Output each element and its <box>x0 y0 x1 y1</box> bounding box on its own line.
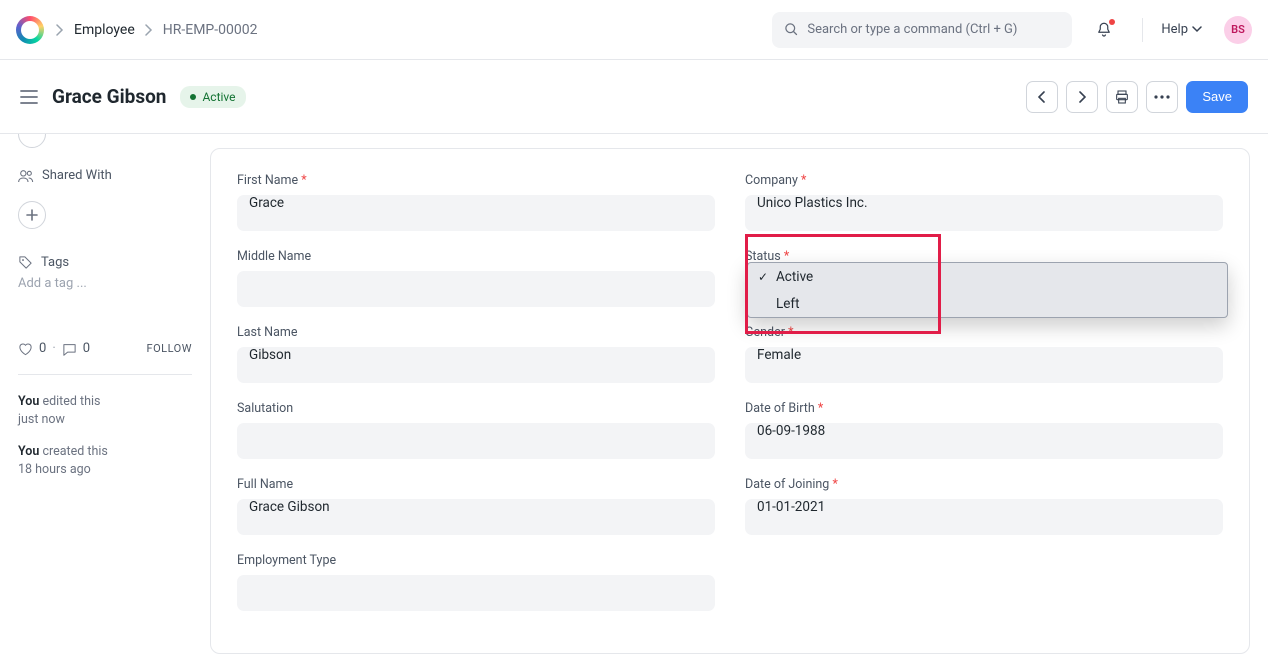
tags-row: Tags <box>18 255 192 270</box>
breadcrumb: Employee HR-EMP-00002 <box>56 22 257 38</box>
salutation-field[interactable] <box>237 423 715 459</box>
doj-field[interactable]: 01-01-2021 <box>745 499 1223 535</box>
first-name-field[interactable]: Grace <box>237 195 715 231</box>
chevron-right-icon <box>145 24 153 36</box>
middle-name-label: Middle Name <box>237 249 715 264</box>
breadcrumb-root[interactable]: Employee <box>74 22 135 38</box>
form-card: First Name * Grace Middle Name Last Name… <box>210 148 1250 654</box>
tags-label: Tags <box>41 255 69 270</box>
menu-icon <box>20 90 38 104</box>
check-icon: ✓ <box>756 270 770 284</box>
page-title: Grace Gibson <box>52 85 166 108</box>
chevron-right-icon <box>56 24 64 36</box>
assignment-button[interactable] <box>18 134 46 148</box>
last-name-field[interactable]: Gibson <box>237 347 715 383</box>
status-dropdown[interactable]: ✓ Active Left <box>747 262 1228 318</box>
user-avatar[interactable]: BS <box>1224 16 1252 44</box>
sidebar-toggle[interactable] <box>20 90 38 104</box>
comments-count: 0 <box>83 341 90 356</box>
tag-icon <box>18 255 33 270</box>
company-field[interactable]: Unico Plastics Inc. <box>745 195 1223 231</box>
heart-icon[interactable] <box>18 342 33 356</box>
doj-label: Date of Joining * <box>745 477 1223 492</box>
gender-label: Gender * <box>745 325 1223 340</box>
status-dot-icon <box>190 94 196 100</box>
middle-name-field[interactable] <box>237 271 715 307</box>
help-menu[interactable]: Help <box>1161 22 1202 37</box>
tags-input[interactable]: Add a tag ... <box>18 276 192 291</box>
company-label: Company * <box>745 173 1223 188</box>
search-placeholder: Search or type a command (Ctrl + G) <box>807 22 1017 37</box>
notification-dot <box>1109 19 1115 25</box>
shared-with-label: Shared With <box>42 168 112 183</box>
status-badge-label: Active <box>202 90 235 104</box>
last-name-label: Last Name <box>237 325 715 340</box>
full-name-label: Full Name <box>237 477 715 492</box>
search-icon <box>784 22 799 37</box>
follow-button[interactable]: FOLLOW <box>147 342 192 355</box>
side-panel: Shared With Tags Add a tag ... 0 · 0 FOL… <box>0 134 210 632</box>
status-badge: Active <box>180 86 245 108</box>
top-nav: Employee HR-EMP-00002 Search or type a c… <box>0 0 1268 60</box>
activity-entry: You edited this just now <box>18 393 192 429</box>
next-button[interactable] <box>1066 81 1098 113</box>
employment-type-field[interactable] <box>237 575 715 611</box>
printer-icon <box>1114 89 1130 105</box>
gender-field[interactable]: Female <box>745 347 1223 383</box>
more-button[interactable] <box>1146 81 1178 113</box>
add-share-button[interactable] <box>18 201 192 229</box>
activity-entry: You created this 18 hours ago <box>18 443 192 479</box>
shared-with-row[interactable]: Shared With <box>18 168 192 183</box>
option-label: Left <box>776 296 800 312</box>
first-name-label: First Name * <box>237 173 715 188</box>
divider <box>1142 18 1143 42</box>
salutation-label: Salutation <box>237 401 715 416</box>
full-name-field[interactable]: Grace Gibson <box>237 499 715 535</box>
dots-icon <box>1154 95 1170 99</box>
app-logo[interactable] <box>16 16 44 44</box>
status-option-left[interactable]: Left <box>748 290 1227 317</box>
help-label: Help <box>1161 22 1188 37</box>
divider <box>18 374 192 375</box>
breadcrumb-id[interactable]: HR-EMP-00002 <box>163 22 258 38</box>
social-row: 0 · 0 FOLLOW <box>18 341 192 356</box>
plus-icon <box>26 209 38 221</box>
save-button[interactable]: Save <box>1186 81 1248 113</box>
dob-label: Date of Birth * <box>745 401 1223 416</box>
chevron-left-icon <box>1038 91 1046 103</box>
option-label: Active <box>776 269 813 285</box>
chevron-down-icon <box>1192 26 1202 33</box>
chevron-right-icon <box>1078 91 1086 103</box>
employment-type-label: Employment Type <box>237 553 715 568</box>
users-icon <box>18 169 34 183</box>
page-header: Grace Gibson Active Save <box>0 60 1268 134</box>
print-button[interactable] <box>1106 81 1138 113</box>
status-option-active[interactable]: ✓ Active <box>748 263 1227 290</box>
main-content: First Name * Grace Middle Name Last Name… <box>210 134 1268 632</box>
prev-button[interactable] <box>1026 81 1058 113</box>
comment-icon[interactable] <box>62 342 77 356</box>
notifications-button[interactable] <box>1094 20 1114 40</box>
dob-field[interactable]: 06-09-1988 <box>745 423 1223 459</box>
search-input[interactable]: Search or type a command (Ctrl + G) <box>772 12 1072 48</box>
likes-count: 0 <box>39 341 46 356</box>
